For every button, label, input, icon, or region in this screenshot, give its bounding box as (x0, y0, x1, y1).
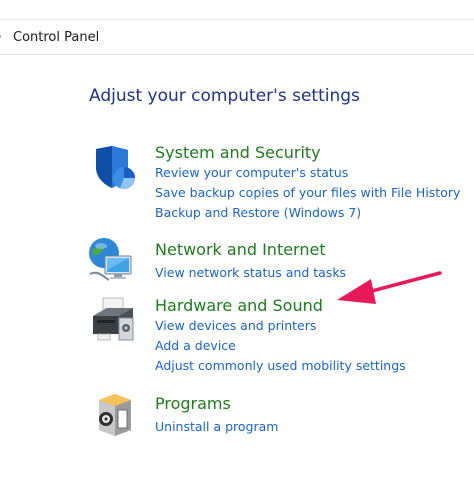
control-panel-window: › Control Panel Adjust your computer's s… (0, 0, 474, 500)
pointer-arrow-icon (337, 271, 442, 304)
